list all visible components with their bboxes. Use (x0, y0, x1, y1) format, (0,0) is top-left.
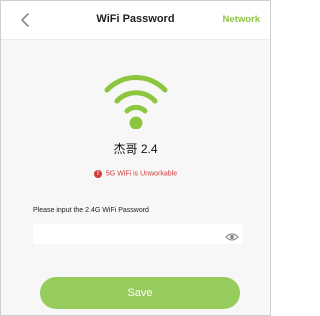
password-label: Please input the 2.4G WiFi Password (33, 207, 149, 214)
save-button[interactable]: Save (40, 277, 240, 309)
eye-icon (225, 233, 239, 241)
exclamation-icon: ! (93, 170, 102, 178)
main-content: 杰哥 2.4 ! 5G WiFi is Unworkable Please inp… (1, 40, 270, 315)
wifi-icon (104, 75, 168, 129)
show-password-toggle[interactable] (225, 229, 239, 241)
app-frame: WiFi Password Network 杰哥 2.4 ! 5G WiFi is… (0, 0, 271, 316)
navigation-bar: WiFi Password Network (1, 1, 270, 40)
network-link[interactable]: Network (223, 14, 260, 25)
warning-message: ! 5G WiFi is Unworkable (1, 170, 270, 178)
password-field-container (33, 224, 243, 244)
network-name: 杰哥 2.4 (113, 142, 158, 156)
password-input[interactable] (33, 224, 213, 244)
warning-text: 5G WiFi is Unworkable (105, 170, 178, 178)
